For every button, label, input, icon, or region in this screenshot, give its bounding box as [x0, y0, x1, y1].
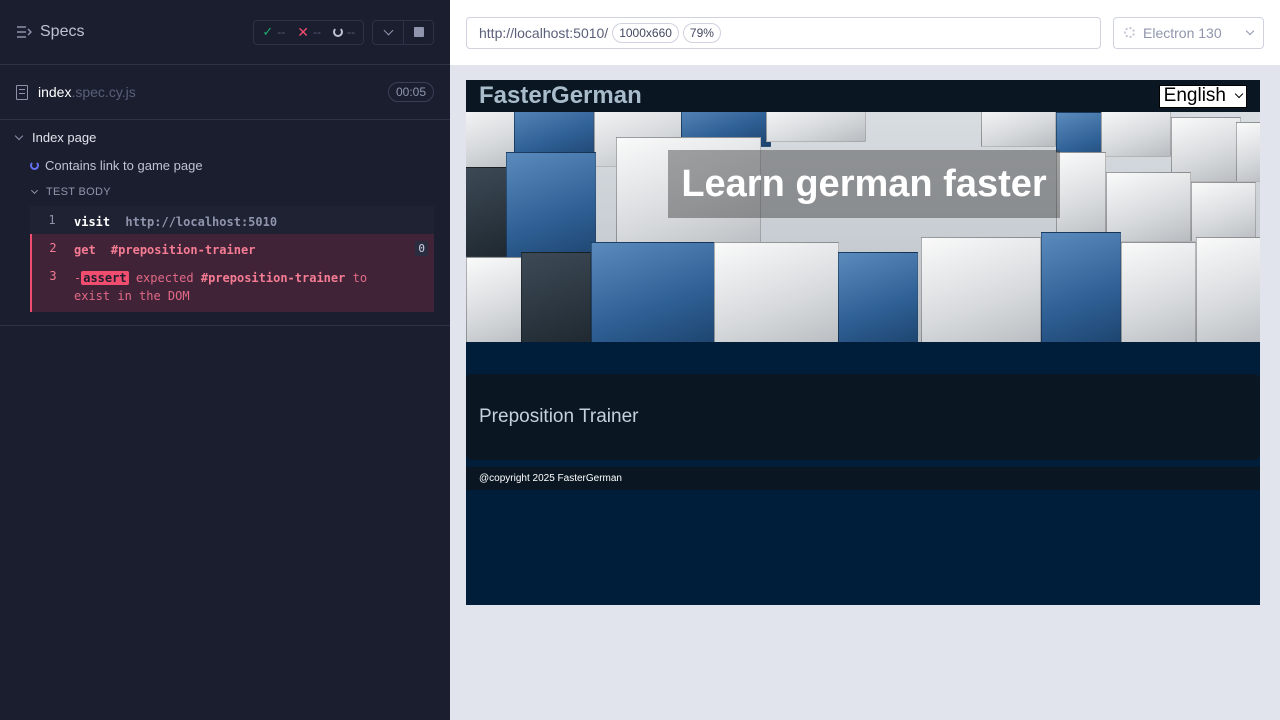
chevron-down-icon	[383, 25, 393, 35]
specs-header: Specs ✓ -- ✕ -- --	[0, 0, 450, 65]
divider	[0, 312, 450, 326]
copyright-text: @copyright 2025 FasterGerman	[479, 473, 622, 484]
failed-stat: ✕ --	[297, 24, 321, 41]
failed-count: --	[313, 25, 321, 39]
suite-row[interactable]: Index page	[0, 122, 450, 152]
command-row-failed[interactable]: 2 get #preposition-trainer 0	[30, 234, 434, 262]
assert-to: to	[352, 271, 368, 285]
chevron-down-icon	[1234, 89, 1244, 99]
preposition-trainer-card[interactable]: Preposition Trainer	[466, 374, 1260, 460]
command-number: 2	[49, 241, 57, 255]
assert-badge: assert	[81, 271, 129, 285]
app-footer: @copyright 2025 FasterGerman	[466, 467, 1260, 490]
command-message: #preposition-trainer	[110, 243, 256, 257]
zoom-badge: 79%	[682, 22, 721, 43]
command-message: http://localhost:5010	[125, 215, 278, 229]
passed-stat: ✓ --	[262, 24, 285, 40]
hero-banner: Learn german faster	[466, 112, 1260, 342]
command-name: get	[74, 243, 96, 257]
test-stats: ✓ -- ✕ -- --	[253, 19, 364, 45]
running-spinner-icon	[30, 160, 39, 170]
card-title: Preposition Trainer	[479, 406, 639, 427]
language-select[interactable]: English	[1158, 84, 1247, 108]
viewport-size-badge[interactable]: 1000x660	[612, 22, 679, 43]
x-icon: ✕	[297, 23, 309, 40]
command-row[interactable]: 1 visit http://localhost:5010	[30, 206, 434, 234]
run-controls	[372, 19, 434, 45]
test-row[interactable]: Contains link to game page	[0, 152, 450, 178]
assert-expected: expected	[135, 271, 194, 285]
chevron-down-icon	[30, 186, 39, 195]
test-body-label: TEST BODY	[46, 186, 111, 198]
command-number: 1	[48, 213, 56, 227]
aut-header: http://localhost:5010/ 1000x660 79% Elec…	[450, 0, 1280, 65]
app-logo[interactable]: FasterGerman	[479, 82, 642, 110]
spec-file-extension: .spec.cy.js	[71, 84, 136, 100]
browser-selector[interactable]: Electron 130	[1113, 16, 1264, 49]
app-navbar: FasterGerman English	[466, 80, 1260, 112]
command-name: visit	[74, 215, 111, 229]
specs-list-icon[interactable]	[16, 24, 32, 40]
stop-icon	[413, 27, 424, 37]
collapse-toggle-button[interactable]	[373, 21, 403, 44]
url-text: http://localhost:5010/	[479, 24, 609, 41]
browser-name: Electron 130	[1143, 24, 1222, 41]
aut-panel: http://localhost:5010/ 1000x660 79% Elec…	[450, 0, 1280, 720]
pending-icon	[333, 27, 343, 37]
command-log: 1 visit http://localhost:5010 2 get #pre…	[30, 206, 434, 312]
app-viewport: FasterGerman English Learn german faster…	[466, 80, 1260, 605]
suite-title: Index page	[32, 129, 97, 145]
test-body-toggle[interactable]: TEST BODY	[0, 178, 450, 206]
pending-stat: --	[333, 25, 355, 39]
hero-title: Learn german faster	[681, 162, 1047, 205]
spec-duration: 00:05	[387, 82, 434, 102]
url-bar[interactable]: http://localhost:5010/ 1000x660 79%	[466, 16, 1101, 49]
electron-icon	[1124, 27, 1135, 38]
language-value: English	[1163, 85, 1226, 106]
element-count-badge: 0	[415, 241, 428, 256]
check-icon: ✓	[262, 24, 274, 39]
hero-title-box: Learn german faster	[668, 150, 1060, 218]
assert-selector: #preposition-trainer	[200, 271, 346, 285]
pending-count: --	[347, 25, 355, 39]
specs-title[interactable]: Specs	[40, 23, 84, 41]
document-icon	[16, 84, 28, 100]
spec-file-name: index	[38, 84, 72, 100]
spec-file-header: index .spec.cy.js 00:05	[0, 65, 450, 120]
chevron-down-icon	[14, 131, 24, 140]
passed-count: --	[277, 25, 286, 39]
test-title: Contains link to game page	[45, 157, 203, 173]
command-number: 3	[49, 269, 57, 283]
chevron-down-icon	[1245, 26, 1255, 36]
reporter-panel: Specs ✓ -- ✕ -- -- index .spec.cy.js 00:…	[0, 0, 450, 720]
assert-rest: exist in the DOM	[74, 289, 190, 303]
stop-button[interactable]	[403, 20, 433, 44]
command-row-failed[interactable]: 3 - assert expected #preposition-trainer …	[30, 262, 434, 312]
